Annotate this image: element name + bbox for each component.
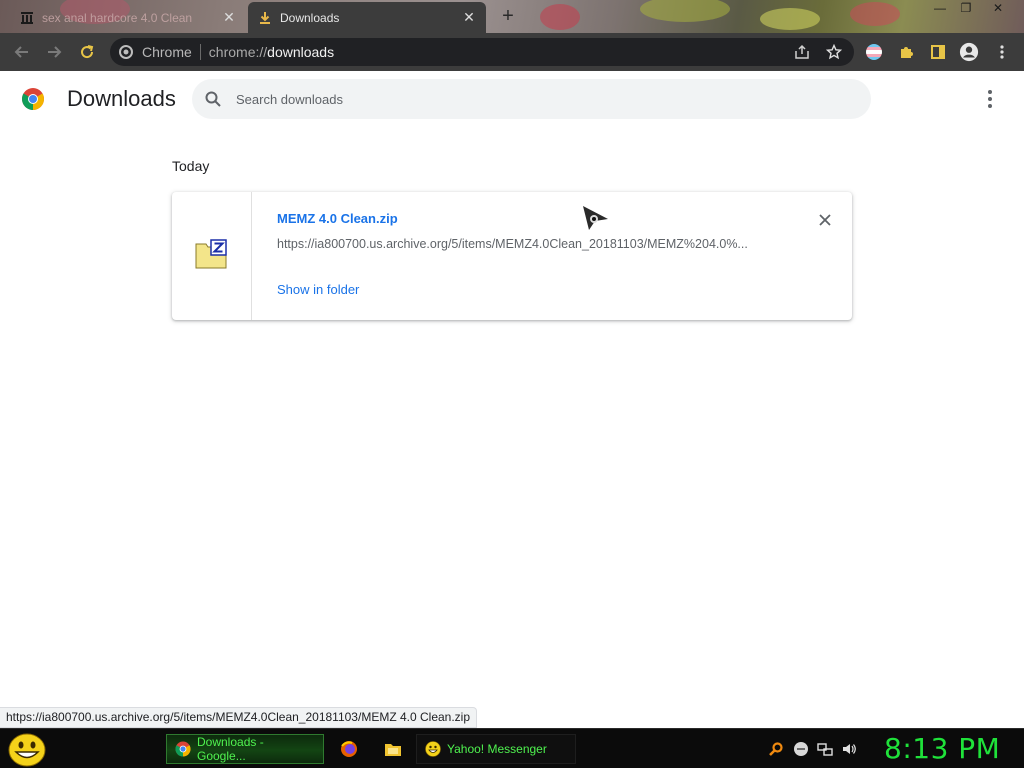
profile-button[interactable] [959,42,979,62]
address-bar[interactable]: Chrome chrome://downloads [110,38,854,66]
download-item: MEMZ 4.0 Clean.zip https://ia800700.us.a… [172,192,852,320]
archive-icon [20,11,34,25]
side-panel-icon [931,45,945,59]
file-icon-column [172,192,252,320]
taskbar: Downloads - Google... Yahoo! Messenger 8… [0,728,1024,768]
forward-button[interactable] [44,42,64,62]
yahoo-messenger-icon [425,741,441,757]
volume-icon[interactable] [841,741,857,757]
show-in-folder-link[interactable]: Show in folder [277,282,359,297]
share-icon [795,44,809,59]
tab-strip: sex anal hardcore 4.0 Clean ✕ Downloads … [0,0,1024,33]
reload-icon [81,45,94,59]
bookmark-button[interactable] [824,42,844,62]
wallpaper-splat [760,8,820,30]
downloads-menu-button[interactable] [980,89,1000,109]
site-chip-label: Chrome [142,44,192,60]
browser-toolbar: Chrome chrome://downloads [0,33,1024,71]
file-name-link[interactable]: MEMZ 4.0 Clean.zip [277,211,398,226]
close-window-icon[interactable]: ✕ [984,0,1012,16]
url-host: downloads [267,44,335,60]
mouse-cursor-icon [583,206,608,230]
side-panel-button[interactable] [928,42,948,62]
wallpaper-splat [640,0,730,22]
status-tray-icon[interactable] [793,741,809,757]
chrome-logo-icon [22,88,44,110]
chrome-site-icon [118,44,134,60]
network-icon[interactable] [817,741,833,757]
share-button[interactable] [792,42,812,62]
tab-archive[interactable]: sex anal hardcore 4.0 Clean ✕ [10,2,246,33]
taskbar-item-label: Yahoo! Messenger [447,742,547,756]
taskbar-item-chrome[interactable]: Downloads - Google... [166,734,324,764]
omnibox-divider [199,44,201,60]
download-icon [258,11,272,25]
taskbar-item-yahoo-messenger[interactable]: Yahoo! Messenger [416,734,576,764]
avatar-icon [959,42,979,62]
tab-title: Downloads [280,10,340,25]
file-source-url: https://ia800700.us.archive.org/5/items/… [277,237,748,251]
close-icon [819,214,831,226]
date-heading: Today [172,158,210,174]
minimize-icon[interactable]: — [926,0,954,16]
tab-title: sex anal hardcore 4.0 Clean [42,10,193,25]
restore-icon[interactable]: ❐ [952,0,980,16]
back-button[interactable] [12,42,32,62]
search-bar[interactable] [192,79,871,119]
close-tab-icon[interactable]: ✕ [462,9,476,25]
url-scheme: chrome:// [208,44,268,60]
tab-downloads[interactable]: Downloads ✕ [248,2,486,33]
dot [988,90,992,94]
wallpaper-splat [540,4,580,30]
page-title: Downloads [67,86,176,111]
reload-button[interactable] [77,42,97,62]
search-input[interactable] [236,91,836,107]
arrow-left-icon [14,46,28,58]
puzzle-icon [901,47,913,58]
start-button-smiley-icon[interactable] [7,731,47,767]
chrome-icon [175,741,191,757]
page-header: Downloads [0,71,1024,127]
flag-icon [866,44,882,60]
file-explorer-icon[interactable] [384,740,402,758]
chrome-menu-button[interactable] [992,42,1012,62]
wallpaper-splat [850,2,900,26]
extensions-button[interactable] [896,42,916,62]
taskbar-item-label: Downloads - Google... [197,735,264,763]
star-icon [826,44,842,60]
search-icon [205,91,221,107]
arrow-right-icon [48,46,62,58]
close-tab-icon[interactable]: ✕ [222,9,236,25]
search-tray-icon[interactable] [768,741,784,757]
zip-file-icon [195,239,227,269]
taskbar-clock[interactable]: 8:13 PM [884,732,1000,765]
dot [988,97,992,101]
more-vert-icon [1000,45,1004,59]
dot [988,104,992,108]
downloads-page: Downloads Today MEMZ 4.0 Clean.zip https… [0,71,1024,728]
remove-download-button[interactable] [815,210,835,230]
new-tab-button[interactable]: + [498,6,518,27]
profile-flag-button[interactable] [864,42,884,62]
firefox-icon[interactable] [340,740,358,758]
link-status-bubble: https://ia800700.us.archive.org/5/items/… [0,707,478,728]
